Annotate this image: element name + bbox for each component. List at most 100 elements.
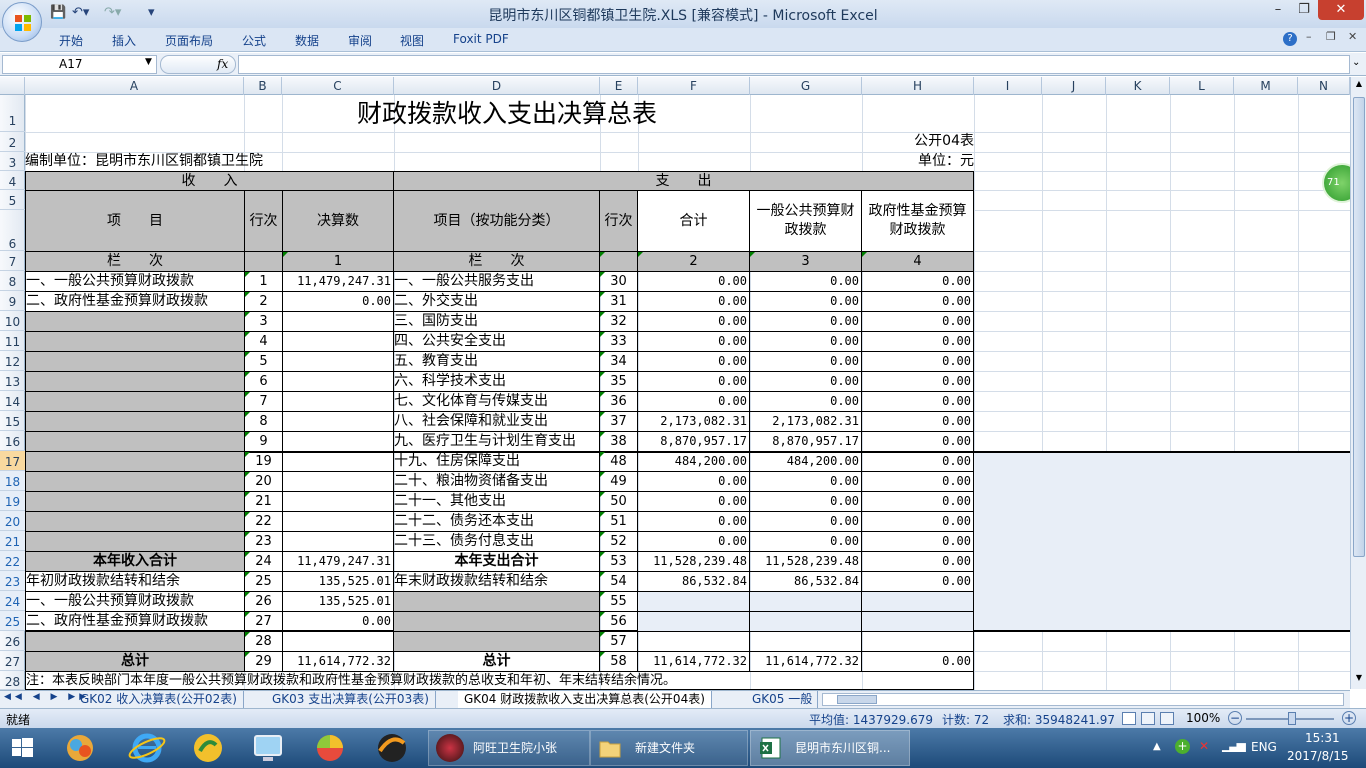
cell-a-row-23[interactable]: 年初财政拨款结转和结余 [25,571,245,592]
name-box[interactable]: A17 [2,55,157,74]
cell-e-row-19[interactable]: 50 [599,491,638,512]
cell-a-row-22[interactable]: 本年收入合计 [25,551,245,572]
cell-b-row-20[interactable]: 22 [244,511,283,532]
cell-c-row-14[interactable] [282,391,394,412]
cell-h-row-21[interactable]: 0.00 [861,531,974,552]
cell-c-row-18[interactable] [282,471,394,492]
cell-g-row-19[interactable]: 0.00 [749,491,862,512]
cell-a-row-11[interactable] [25,331,245,352]
cell-h-row-8[interactable]: 0.00 [861,271,974,292]
cell-g-row-9[interactable]: 0.00 [749,291,862,312]
cell-c-row-25[interactable]: 0.00 [282,611,394,632]
cell-c-row-16[interactable] [282,431,394,452]
cell-d-row-16[interactable]: 九、医疗卫生与计划生育支出 [393,431,600,452]
row-header[interactable]: 15 [0,411,25,431]
cell-e-row-14[interactable]: 36 [599,391,638,412]
normal-view-icon[interactable] [1122,712,1136,725]
row-header[interactable]: 22 [0,551,25,571]
cell-a-row-10[interactable] [25,311,245,332]
cell-f-row-13[interactable]: 0.00 [637,371,750,392]
cell-b-row-27[interactable]: 29 [244,651,283,672]
cell-f-row-12[interactable]: 0.00 [637,351,750,372]
cell-c-row-15[interactable] [282,411,394,432]
cell-a-row-25[interactable]: 二、政府性基金预算财政拨款 [25,611,245,632]
cell-d-row-21[interactable]: 二十三、债务付息支出 [393,531,600,552]
restore-button[interactable]: ❐ [1290,0,1318,20]
cell-g-row-25[interactable] [749,611,862,632]
cell-h-row-9[interactable]: 0.00 [861,291,974,312]
cell-b-row-15[interactable]: 8 [244,411,283,432]
vertical-scrollbar[interactable]: ▲ ▼ [1350,77,1366,689]
cell-a-row-12[interactable] [25,351,245,372]
cell-e-row-11[interactable]: 33 [599,331,638,352]
tab-home[interactable]: 开始 [59,32,83,49]
cell-g-row-20[interactable]: 0.00 [749,511,862,532]
row-header[interactable]: 28 [0,671,25,690]
cell-a-row-14[interactable] [25,391,245,412]
sheet-tab-active[interactable]: GK04 财政拨款收入支出决算总表(公开04表) [458,691,712,708]
tab-formulas[interactable]: 公式 [242,32,266,49]
cell-g-row-22[interactable]: 11,528,239.48 [749,551,862,572]
cell-e-row-25[interactable]: 56 [599,611,638,632]
cell-h-row-12[interactable]: 0.00 [861,351,974,372]
cell-b-row-14[interactable]: 7 [244,391,283,412]
cell-c-row-9[interactable]: 0.00 [282,291,394,312]
cell-g-row-15[interactable]: 2,173,082.31 [749,411,862,432]
row-header[interactable]: 4 [0,171,25,190]
cell-h-row-17[interactable]: 0.00 [861,451,974,472]
row-header[interactable]: 8 [0,271,25,291]
row-header[interactable]: 5 [0,190,25,210]
cell-b-row-12[interactable]: 5 [244,351,283,372]
cell-e-row-16[interactable]: 38 [599,431,638,452]
cell-d-row-11[interactable]: 四、公共安全支出 [393,331,600,352]
formula-input[interactable] [238,55,1350,74]
cell-e-row-20[interactable]: 51 [599,511,638,532]
cell-d-row-18[interactable]: 二十、粮油物资储备支出 [393,471,600,492]
tab-view[interactable]: 视图 [400,32,424,49]
cell-d-row-12[interactable]: 五、教育支出 [393,351,600,372]
office-button[interactable] [2,2,42,42]
scroll-down-icon[interactable]: ▼ [1353,673,1365,687]
column-header[interactable]: C [282,77,394,95]
cell-a-row-13[interactable] [25,371,245,392]
cell-f-row-24[interactable] [637,591,750,612]
row-header[interactable]: 25 [0,611,25,631]
cell-g-row-16[interactable]: 8,870,957.17 [749,431,862,452]
cell-h-row-10[interactable]: 0.00 [861,311,974,332]
cell-e-row-18[interactable]: 49 [599,471,638,492]
cell-d-row-9[interactable]: 二、外交支出 [393,291,600,312]
cell-f-row-14[interactable]: 0.00 [637,391,750,412]
cell-d-row-25[interactable] [393,611,600,632]
cell-c-row-12[interactable] [282,351,394,372]
cell-h-row-20[interactable]: 0.00 [861,511,974,532]
expand-formula-icon[interactable]: ⌄ [1352,57,1360,68]
sheet-tab[interactable]: GK03 支出决算表(公开03表) [266,691,436,708]
zoom-level[interactable]: 100% [1186,711,1220,725]
cell-c-row-24[interactable]: 135,525.01 [282,591,394,612]
tab-foxit-pdf[interactable]: Foxit PDF [453,32,509,46]
save-icon[interactable]: 💾 [50,5,66,23]
zoom-out-icon[interactable]: − [1228,711,1242,725]
start-button[interactable] [0,731,44,765]
cell-c-row-11[interactable] [282,331,394,352]
floating-badge[interactable]: 71 [1322,163,1350,203]
cell-g-row-14[interactable]: 0.00 [749,391,862,412]
cell-b-row-9[interactable]: 2 [244,291,283,312]
cell-g-row-8[interactable]: 0.00 [749,271,862,292]
cell-b-row-21[interactable]: 23 [244,531,283,552]
row-header[interactable]: 10 [0,311,25,331]
cell-b-row-24[interactable]: 26 [244,591,283,612]
row-header[interactable]: 9 [0,291,25,311]
cell-c-row-19[interactable] [282,491,394,512]
cell-a-row-27[interactable]: 总计 [25,651,245,672]
zoom-in-icon[interactable]: + [1342,711,1356,725]
row-header[interactable]: 26 [0,631,25,651]
cell-f-row-21[interactable]: 0.00 [637,531,750,552]
cell-c-row-22[interactable]: 11,479,247.31 [282,551,394,572]
row-header[interactable]: 11 [0,331,25,351]
cell-b-row-25[interactable]: 27 [244,611,283,632]
cell-f-row-8[interactable]: 0.00 [637,271,750,292]
row-header[interactable]: 12 [0,351,25,371]
app-pinwheel-icon[interactable] [58,731,102,765]
sheet-tab[interactable]: GK02 收入决算表(公开02表) [74,691,244,708]
